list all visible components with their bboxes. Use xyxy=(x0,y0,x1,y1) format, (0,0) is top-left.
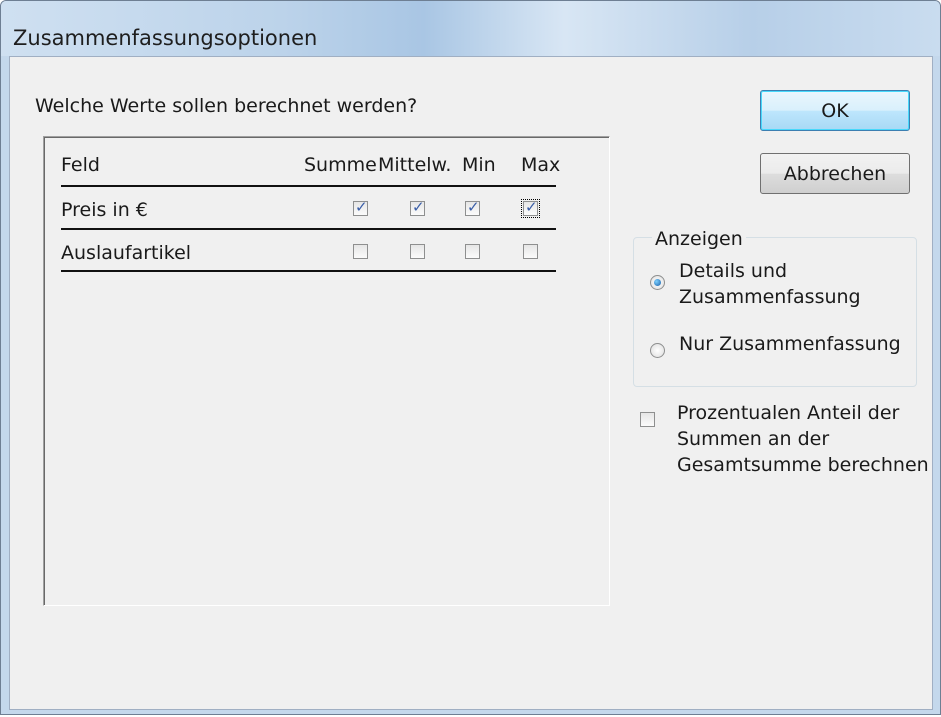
auslaufartikel-max-checkbox[interactable] xyxy=(523,244,538,259)
summary-fields-panel: Feld Summe Mittelw. Min Max Preis in € A… xyxy=(43,136,610,606)
window-title: Zusammenfassungsoptionen xyxy=(13,26,318,50)
row-label-preis: Preis in € xyxy=(61,199,148,221)
row-divider xyxy=(61,270,556,272)
auslaufartikel-average-checkbox[interactable] xyxy=(410,244,425,259)
details-and-summary-label-line2[interactable]: Zusammenfassung xyxy=(679,286,861,309)
header-sum: Summe xyxy=(304,154,377,176)
percent-of-total-label-line2[interactable]: Summen an der xyxy=(677,428,829,451)
header-field: Feld xyxy=(61,154,100,176)
auslaufartikel-min-checkbox[interactable] xyxy=(465,244,480,259)
question-label: Welche Werte sollen berechnet werden? xyxy=(35,95,418,117)
row-label-auslaufartikel: Auslaufartikel xyxy=(61,242,192,264)
header-divider xyxy=(61,185,556,187)
dialog-client-area: Welche Werte sollen berechnet werden? Fe… xyxy=(9,56,933,710)
ok-button[interactable]: OK xyxy=(760,90,910,131)
header-max: Max xyxy=(521,154,561,176)
title-bar[interactable]: Zusammenfassungsoptionen xyxy=(1,1,940,56)
preis-average-checkbox[interactable] xyxy=(410,198,425,216)
preis-min-checkbox[interactable] xyxy=(465,198,480,216)
details-and-summary-label[interactable]: Details und xyxy=(679,260,787,283)
preis-max-checkbox[interactable] xyxy=(521,198,540,218)
details-and-summary-radio[interactable] xyxy=(650,275,665,290)
auslaufartikel-sum-checkbox[interactable] xyxy=(353,244,368,259)
dialog-window: Zusammenfassungsoptionen Welche Werte so… xyxy=(0,0,941,715)
row-divider xyxy=(61,228,556,230)
header-min: Min xyxy=(462,154,496,176)
percent-of-total-label-line3[interactable]: Gesamtsumme berechnen xyxy=(677,454,929,477)
summary-only-radio[interactable] xyxy=(650,343,665,358)
summary-only-label[interactable]: Nur Zusammenfassung xyxy=(679,333,901,356)
cancel-button[interactable]: Abbrechen xyxy=(760,153,910,194)
display-options-legend: Anzeigen xyxy=(652,228,746,250)
percent-of-total-label[interactable]: Prozentualen Anteil der xyxy=(677,402,899,425)
percent-of-total-checkbox[interactable] xyxy=(640,412,655,427)
header-average: Mittelw. xyxy=(378,154,452,176)
preis-sum-checkbox[interactable] xyxy=(353,198,368,216)
